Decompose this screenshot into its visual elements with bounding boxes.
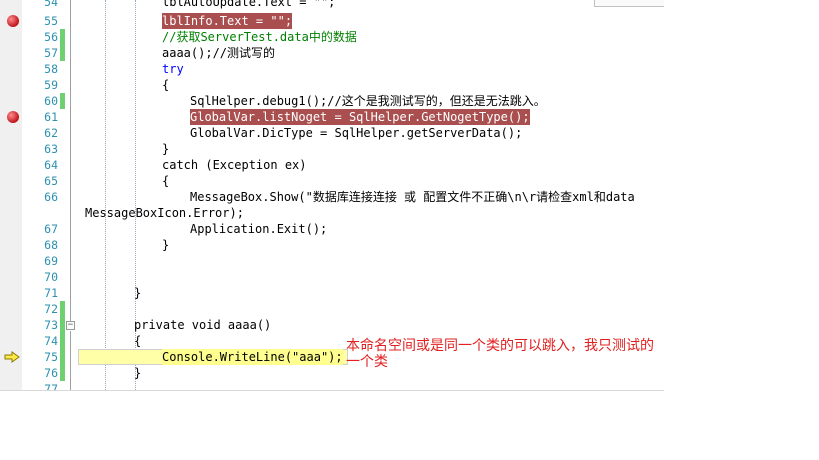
code-text: MessageBox.Show("数据库连接连接 或 配置文件不正确\n\r请检… (190, 190, 635, 204)
code-line[interactable]: 69 (0, 253, 664, 269)
code-line[interactable]: 57 aaaa();//测试写的 (0, 45, 664, 61)
code-text: Application.Exit(); (190, 222, 328, 236)
code-line[interactable]: 67 Application.Exit(); (0, 221, 664, 237)
code-text: lblInfo.Text = ""; (162, 13, 293, 29)
line-number: 65 (44, 174, 58, 188)
line-number: 62 (44, 126, 58, 140)
code-text: //获取ServerTest.data中的数据 (162, 30, 357, 44)
breakpoint-icon[interactable] (7, 111, 19, 123)
code-text: private void aaaa() (134, 318, 272, 332)
line-number: 74 (44, 334, 58, 348)
change-bar (60, 301, 65, 317)
code-line[interactable]: 65 { (0, 173, 664, 189)
line-number: 54 (44, 0, 58, 9)
code-text: { (162, 174, 170, 188)
code-text: { (162, 78, 170, 92)
code-line[interactable]: 68 } (0, 237, 664, 253)
line-number: 67 (44, 222, 58, 236)
code-text: try (162, 62, 184, 76)
code-text: aaaa();//测试写的 (162, 46, 276, 60)
code-text: catch (Exception ex) (162, 158, 307, 172)
line-number: 66 (44, 190, 58, 204)
code-text: } (162, 238, 170, 252)
code-line[interactable]: 62 GlobalVar.DicType = SqlHelper.getServ… (0, 125, 664, 141)
line-number: 68 (44, 238, 58, 252)
line-number: 55 (44, 14, 58, 28)
code-line[interactable]: 61 GlobalVar.listNoget = SqlHelper.GetNo… (0, 109, 664, 125)
change-bar (60, 333, 65, 349)
code-line[interactable]: 54 lblAutoUpdate.Text = ""; (0, 0, 664, 10)
code-line[interactable]: 63 } (0, 141, 664, 157)
code-line[interactable]: 72 (0, 301, 664, 317)
line-number: 71 (44, 286, 58, 300)
change-bar (60, 317, 65, 333)
line-number: 73 (44, 318, 58, 332)
line-number: 63 (44, 142, 58, 156)
code-line[interactable]: 56 //获取ServerTest.data中的数据 (0, 29, 664, 45)
line-number: 58 (44, 62, 58, 76)
collapse-icon[interactable]: − (66, 321, 75, 330)
line-number: 56 (44, 30, 58, 44)
code-line[interactable]: MessageBoxIcon.Error); (0, 205, 664, 221)
code-text: lblAutoUpdate.Text = ""; (162, 0, 336, 9)
line-number: 64 (44, 158, 58, 172)
code-line[interactable]: 71 } (0, 285, 664, 301)
code-text: MessageBoxIcon.Error); (85, 206, 244, 220)
change-bar (60, 365, 65, 381)
code-line[interactable]: 66 MessageBox.Show("数据库连接连接 或 配置文件不正确\n\… (0, 189, 664, 205)
annotation-text: 本命名空间或是同一个类的可以跳入，我只测试的一个类 (346, 338, 654, 370)
code-line[interactable]: 73 − private void aaaa() (0, 317, 664, 333)
line-number: 75 (44, 350, 58, 364)
line-number: 69 (44, 254, 58, 268)
code-line[interactable]: 58 try (0, 61, 664, 77)
code-editor[interactable]: 54 lblAutoUpdate.Text = ""; 55 lblInfo.T… (0, 0, 664, 391)
breakpoint-icon[interactable] (7, 15, 19, 27)
code-text: } (162, 142, 170, 156)
line-number: 72 (44, 302, 58, 316)
line-number: 59 (44, 78, 58, 92)
code-text: GlobalVar.listNoget = SqlHelper.GetNoget… (190, 109, 530, 125)
change-bar (60, 29, 65, 45)
code-text: { (134, 334, 142, 348)
code-text: SqlHelper.debug1();//这个是我测试写的，但还是无法跳入。 (190, 94, 546, 108)
code-line[interactable]: 59 { (0, 77, 664, 93)
code-line[interactable]: 60 SqlHelper.debug1();//这个是我测试写的，但还是无法跳入… (0, 93, 664, 109)
code-line[interactable]: 64 catch (Exception ex) (0, 157, 664, 173)
code-text: } (134, 366, 142, 380)
change-bar (60, 349, 65, 365)
code-line[interactable]: 77 (0, 381, 664, 391)
line-number: 61 (44, 110, 58, 124)
code-text: } (134, 286, 142, 300)
code-text: Console.WriteLine("aaa"); (162, 349, 343, 365)
line-number: 76 (44, 366, 58, 380)
line-number: 60 (44, 94, 58, 108)
change-bar (60, 45, 65, 61)
code-text: GlobalVar.DicType = SqlHelper.getServerD… (190, 126, 523, 140)
line-number: 77 (44, 382, 58, 391)
change-bar (60, 93, 65, 109)
code-line[interactable]: 70 (0, 269, 664, 285)
code-line[interactable]: 55 lblInfo.Text = ""; (0, 13, 664, 29)
line-number: 57 (44, 46, 58, 60)
line-number: 70 (44, 270, 58, 284)
current-statement-arrow-icon (4, 351, 20, 363)
scroll-indicator[interactable] (594, 0, 664, 7)
